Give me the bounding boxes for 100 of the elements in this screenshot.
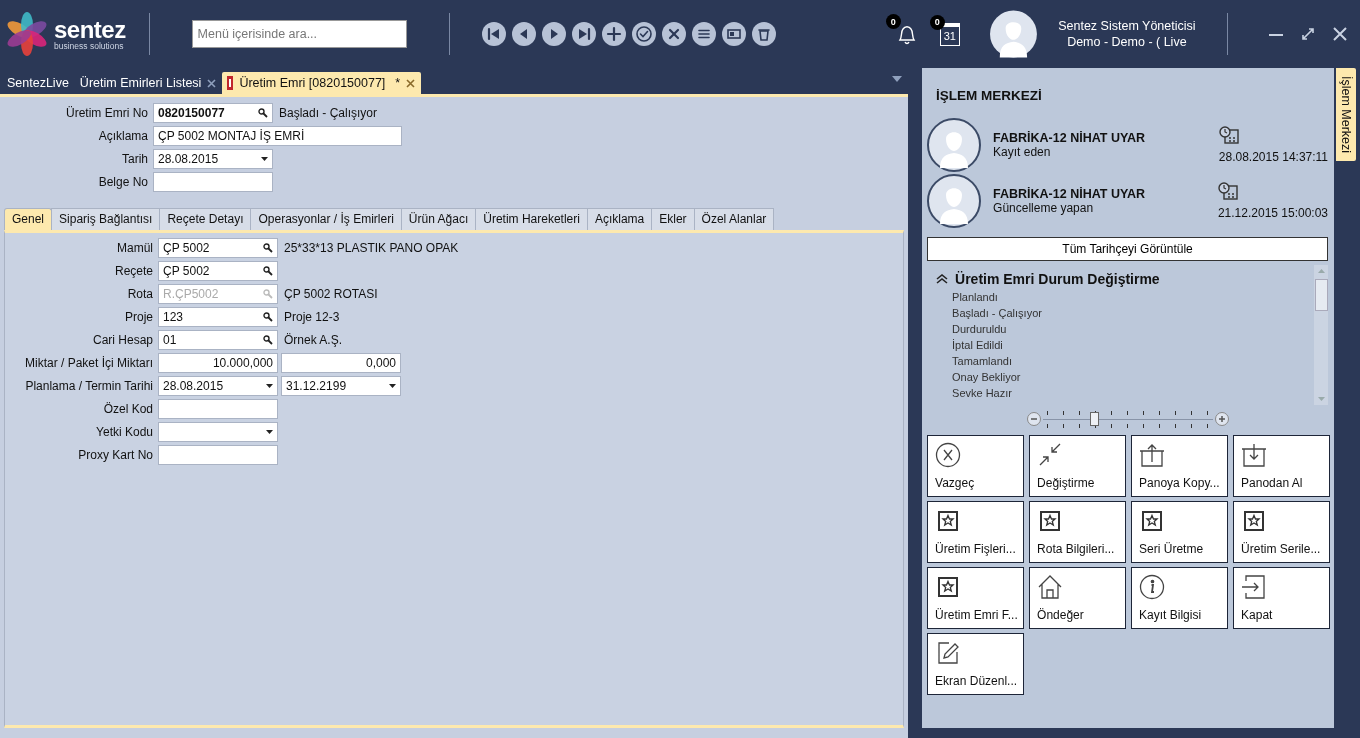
calendar-clock-icon [1218, 126, 1239, 144]
action-tile[interactable]: Kayıt Bilgisi [1131, 567, 1229, 629]
logo-name: sentez [54, 17, 126, 42]
check-icon[interactable] [631, 22, 656, 46]
user-avatar[interactable] [989, 10, 1037, 58]
menu-search-field[interactable]: Menü içerisinde ara... [191, 20, 407, 48]
field-note: Örnek A.Ş. [284, 333, 343, 347]
search-icon[interactable] [263, 312, 273, 322]
input-field[interactable]: ÇP 5002 MONTAJ İŞ EMRİ [153, 126, 402, 146]
form-tab[interactable]: Ürün Ağacı [400, 208, 477, 230]
date-field[interactable]: 31.12.2199 [281, 376, 401, 396]
lookup-field[interactable]: 0820150077 [153, 103, 273, 123]
status-option[interactable]: Planlandı [936, 289, 1315, 305]
form-tab[interactable]: Özel Alanlar [693, 208, 775, 230]
zoom-in-icon[interactable] [1214, 412, 1229, 426]
action-tile[interactable]: Kapat [1233, 567, 1331, 629]
menu-icon[interactable] [691, 22, 716, 46]
action-tile[interactable]: Panodan Al [1233, 435, 1331, 497]
home-icon [1037, 574, 1064, 600]
search-icon[interactable] [263, 266, 273, 276]
document-tab-label: SentezLive [7, 76, 69, 90]
date-field[interactable]: 28.08.2015 [158, 376, 278, 396]
date-field[interactable] [158, 422, 278, 442]
lookup-field[interactable]: ÇP 5002 [158, 238, 278, 258]
status-option[interactable]: Tamamlandı [936, 353, 1315, 369]
action-tile[interactable]: Panoya Kopy... [1131, 435, 1229, 497]
scroll-thumb[interactable] [1314, 279, 1328, 311]
document-icon [227, 76, 234, 90]
maximize-icon[interactable] [1300, 26, 1317, 42]
lookup-field[interactable]: 123 [158, 307, 278, 327]
card-icon[interactable] [721, 22, 746, 46]
action-tile[interactable]: Üretim Fişleri... [927, 501, 1025, 563]
lookup-field[interactable]: 01 [158, 330, 278, 350]
dropdown-arrow-icon[interactable] [266, 384, 273, 388]
plus-icon[interactable] [601, 22, 626, 46]
last-icon[interactable] [571, 22, 596, 46]
document-tab[interactable]: Üretim Emri [0820150077] * [222, 72, 422, 94]
input-field[interactable] [153, 172, 273, 192]
action-tile[interactable]: Seri Üretme [1131, 501, 1229, 563]
calendar-clock-icon [1217, 182, 1238, 200]
dropdown-arrow-icon[interactable] [261, 157, 268, 161]
user-company: Demo - Demo - ( Live [1067, 34, 1187, 50]
search-icon[interactable] [263, 243, 273, 253]
collapse-chevron-icon[interactable] [936, 274, 949, 284]
action-tile[interactable]: Öndeğer [1029, 567, 1127, 629]
action-tile[interactable]: Değiştirme [1029, 435, 1127, 497]
view-history-button[interactable]: Tüm Tarihçeyi Görüntüle [927, 237, 1329, 261]
field-label: Cari Hesap [91, 333, 154, 347]
user-name: Sentez Sistem Yöneticisi [1058, 18, 1196, 34]
lookup-field[interactable]: ÇP 5002 [158, 261, 278, 281]
action-tile[interactable]: Ekran Düzenl... [927, 633, 1025, 695]
zoom-out-icon[interactable] [1026, 412, 1041, 426]
field-label: Üretim Emri No [65, 106, 149, 120]
search-icon[interactable] [263, 335, 273, 345]
input-field[interactable] [158, 445, 278, 465]
field-label: Miktar / Paket İçi Miktarı [23, 356, 154, 370]
prev-icon[interactable] [511, 22, 536, 46]
history-datetime: 28.08.2015 14:37:11 [1218, 150, 1329, 164]
status-option[interactable]: İptal Edildi [936, 337, 1315, 353]
zoom-slider[interactable] [1042, 410, 1213, 428]
form-tab[interactable]: Reçete Detayı [159, 208, 252, 230]
scrollbar[interactable] [1314, 265, 1329, 405]
action-tile[interactable]: Vazgeç [927, 435, 1025, 497]
calendar-count-badge: 0 [929, 14, 945, 30]
side-panel-tab[interactable]: İşlem Merkezi [1336, 68, 1357, 162]
field-label: Yetki Kodu [95, 425, 154, 439]
input-field[interactable] [158, 399, 278, 419]
field-note: 25*33*13 PLASTIK PANO OPAK [284, 241, 459, 255]
dropdown-arrow-icon[interactable] [266, 430, 273, 434]
form-tab[interactable]: Sipariş Bağlantısı [51, 208, 161, 230]
input-field[interactable]: 0,000 [281, 353, 401, 373]
first-icon[interactable] [481, 22, 506, 46]
status-option[interactable]: Onay Bekliyor [936, 369, 1315, 385]
trash-icon[interactable] [751, 22, 776, 46]
info-icon [1139, 574, 1166, 600]
form-tab[interactable]: Açıklama [586, 208, 653, 230]
action-tile[interactable]: Üretim Emri F... [927, 567, 1025, 629]
date-field[interactable]: 28.08.2015 [153, 149, 273, 169]
search-icon[interactable] [258, 108, 268, 118]
status-option[interactable]: Sevke Hazır [936, 385, 1315, 401]
document-tab[interactable]: SentezLive [2, 72, 75, 94]
status-option[interactable]: Durduruldu [936, 321, 1315, 337]
form-tab[interactable]: Operasyonlar / İş Emirleri [250, 208, 402, 230]
field-label: Proxy Kart No [77, 448, 154, 462]
document-tab-label: Üretim Emirleri Listesi [79, 76, 202, 90]
close-icon[interactable] [207, 78, 217, 88]
form-tab[interactable]: Genel [4, 208, 53, 230]
action-tile[interactable]: Üretim Serile... [1233, 501, 1331, 563]
user-avatar [927, 174, 982, 228]
cross-icon[interactable] [661, 22, 686, 46]
form-tab[interactable]: Ekler [651, 208, 695, 230]
form-tab[interactable]: Üretim Hareketleri [475, 208, 588, 230]
play-icon[interactable] [541, 22, 566, 46]
document-tab[interactable]: Üretim Emirleri Listesi [74, 72, 223, 94]
close-icon[interactable] [406, 78, 416, 88]
status-option[interactable]: Başladı - Çalışıyor [936, 305, 1315, 321]
input-field[interactable]: 10.000,000 [158, 353, 278, 373]
notification-count-badge: 0 [885, 14, 901, 29]
dropdown-arrow-icon[interactable] [389, 384, 396, 388]
action-tile[interactable]: Rota Bilgileri... [1029, 501, 1127, 563]
